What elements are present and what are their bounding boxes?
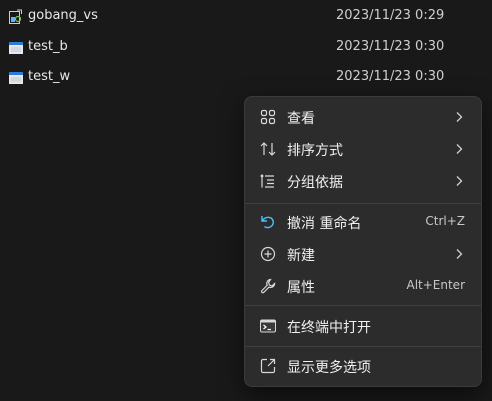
menu-item-label: 属性 [287,280,315,296]
chevron-right-icon [451,173,467,189]
menu-item-label: 撤消 重命名 [287,216,362,232]
context-menu: 查看 排序方式 分组依据 撤消 重命名 Ctrl+Z 新建 属性 Alt+Ent… [244,96,482,387]
chevron-right-icon [451,141,467,157]
menu-item-label: 排序方式 [287,143,343,159]
menu-item-label: 分组依据 [287,175,343,191]
file-row-test-b[interactable]: test_b 2023/11/23 0:30 [0,32,492,62]
menu-item-label: 查看 [287,111,315,127]
menu-item-new[interactable]: 新建 [249,238,477,270]
menu-item-undo-rename[interactable]: 撤消 重命名 Ctrl+Z [249,206,477,238]
file-modified-date: 2023/11/23 0:29 [336,8,445,23]
wrench-icon [259,277,277,295]
file-name: test_w [28,69,71,84]
menu-item-label: 显示更多选项 [287,360,371,376]
window-app-icon [8,40,24,56]
menu-item-view[interactable]: 查看 [249,101,477,133]
grid-view-icon [259,108,277,126]
menu-separator [245,346,481,347]
new-icon [259,245,277,263]
file-row-gobang-vs[interactable]: gobang_vs 2023/11/23 0:29 [0,1,492,31]
menu-item-open-in-terminal[interactable]: 在终端中打开 [249,310,477,342]
file-name: test_b [28,39,68,54]
undo-icon [259,213,277,231]
group-by-icon [259,172,277,190]
executable-icon [8,9,24,25]
terminal-icon [259,317,277,335]
shortcut-label: Alt+Enter [406,278,465,292]
shortcut-label: Ctrl+Z [425,214,465,228]
menu-item-label: 新建 [287,248,315,264]
file-row-test-w[interactable]: test_w 2023/11/23 0:30 [0,62,492,92]
sort-icon [259,140,277,158]
chevron-right-icon [451,246,467,262]
file-name: gobang_vs [28,8,98,23]
menu-item-properties[interactable]: 属性 Alt+Enter [249,270,477,302]
menu-separator [245,203,481,204]
file-modified-date: 2023/11/23 0:30 [336,69,445,84]
chevron-right-icon [451,109,467,125]
window-app-icon [8,70,24,86]
menu-item-show-more-options[interactable]: 显示更多选项 [249,350,477,382]
menu-item-label: 在终端中打开 [287,320,371,336]
more-options-icon [259,357,277,375]
menu-separator [245,305,481,306]
menu-item-group-by[interactable]: 分组依据 [249,165,477,197]
file-modified-date: 2023/11/23 0:30 [336,39,445,54]
menu-item-sort[interactable]: 排序方式 [249,133,477,165]
